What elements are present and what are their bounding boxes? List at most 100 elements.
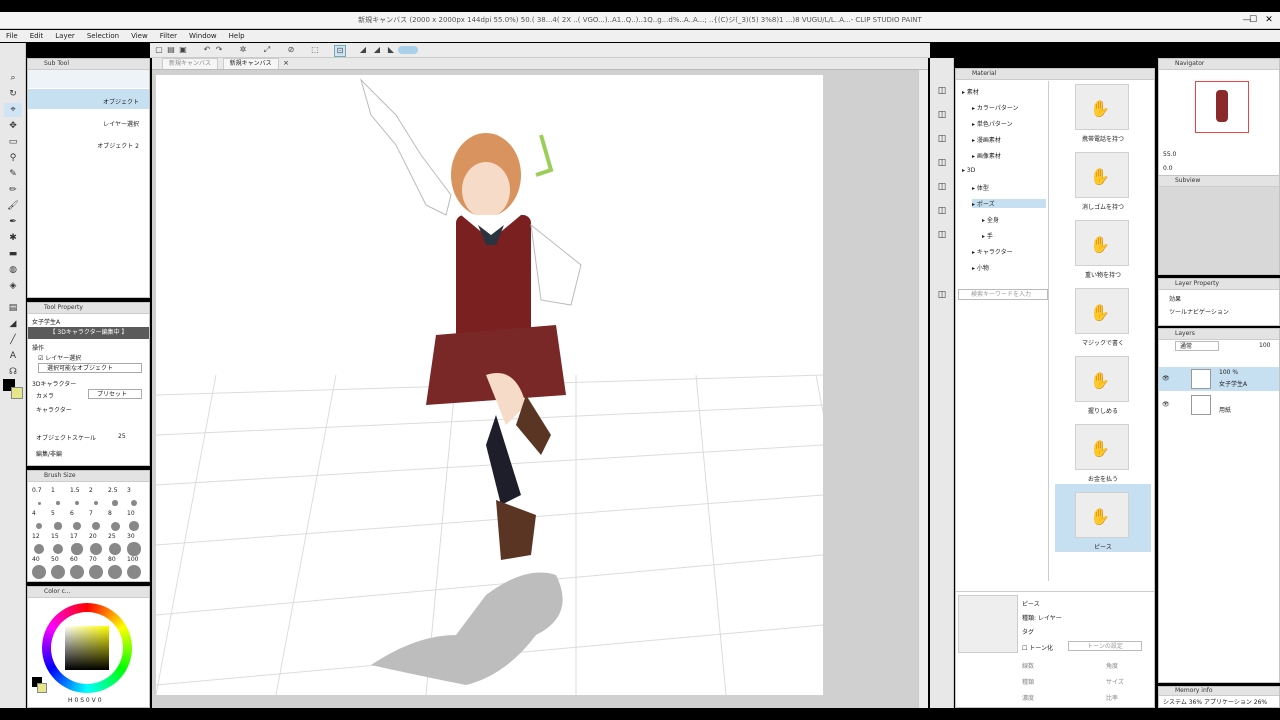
snap-icon[interactable]: ⊡: [334, 45, 346, 57]
pencil-icon[interactable]: ✏: [4, 183, 22, 197]
brush-size-item[interactable]: 30: [125, 533, 143, 556]
brush-size-item[interactable]: 3: [125, 487, 143, 509]
open-file-icon[interactable]: ▤: [166, 45, 176, 55]
brush-size-item[interactable]: 6: [68, 510, 86, 532]
saturation-value-square[interactable]: [65, 626, 109, 670]
sub-tool-item-object2[interactable]: オブジェクト 2: [28, 133, 149, 153]
airbrush-icon[interactable]: ✒: [4, 215, 22, 229]
fill-icon[interactable]: ◈: [4, 279, 22, 293]
brush-size-item[interactable]: 0.7: [30, 487, 48, 509]
save-icon[interactable]: ▣: [178, 45, 188, 55]
zoom-icon[interactable]: ⌕: [4, 71, 22, 85]
navigator-preview[interactable]: [1195, 81, 1249, 133]
layer-opacity[interactable]: 100: [1259, 342, 1270, 349]
settings-icon[interactable]: ✲: [238, 45, 248, 55]
material-tree-item[interactable]: ▸ カラーパターン: [972, 103, 1019, 112]
material-tab-icon[interactable]: ◫: [933, 180, 951, 194]
new-file-icon[interactable]: ▢: [154, 45, 164, 55]
menu-help[interactable]: Help: [223, 30, 251, 42]
brush-size-item[interactable]: 100: [125, 556, 143, 579]
sub-color-swatch[interactable]: [37, 683, 47, 693]
brush-size-item[interactable]: 1.5: [68, 487, 86, 509]
material-tab-icon[interactable]: ◫: [933, 204, 951, 218]
selection-icon[interactable]: ⬚: [310, 45, 320, 55]
menu-filter[interactable]: Filter: [154, 30, 183, 42]
eyedropper-icon[interactable]: ⚲: [4, 151, 22, 165]
ruler-snap-icon[interactable]: ◢: [358, 45, 368, 55]
brush-size-item[interactable]: 7: [87, 510, 105, 532]
eraser-icon[interactable]: ▬: [4, 247, 22, 261]
material-tree-item[interactable]: ▸ 画像素材: [972, 151, 1001, 160]
3d-character[interactable]: [359, 78, 582, 560]
ruler-icon[interactable]: ◢: [372, 45, 382, 55]
layer-row-paper[interactable]: 👁 用紙: [1159, 393, 1279, 417]
toggle-icon[interactable]: [398, 46, 418, 54]
material-tree-item[interactable]: ▸ 単色パターン: [972, 119, 1013, 128]
material-tree-item[interactable]: ▸ 漫画素材: [972, 135, 1001, 144]
canvas-vertical-scrollbar[interactable]: [918, 70, 928, 708]
undo-icon[interactable]: ↶: [202, 45, 212, 55]
pose-item[interactable]: ✋ 携帯電話を持つ: [1055, 76, 1151, 144]
material-search-input[interactable]: 検索キーワードを入力: [958, 289, 1048, 300]
navigator-zoom[interactable]: 55.0: [1163, 151, 1176, 158]
eye-icon[interactable]: 👁: [1162, 375, 1170, 382]
operation-icon[interactable]: ⌖: [4, 103, 22, 117]
brush-size-item[interactable]: 70: [87, 556, 105, 579]
layer-row-character[interactable]: 👁 100 % 女子学生A: [1159, 367, 1279, 391]
canvas-document[interactable]: [156, 75, 823, 695]
balloon-icon[interactable]: ☊: [4, 365, 22, 379]
blend-icon[interactable]: ◍: [4, 263, 22, 277]
grid-snap-icon[interactable]: ◣: [386, 45, 396, 55]
navigator-angle[interactable]: 0.0: [1163, 165, 1173, 172]
brush-size-item[interactable]: 17: [68, 533, 86, 555]
pose-item[interactable]: ✋ お金を払う: [1055, 416, 1151, 484]
material-tab-icon[interactable]: ◫: [933, 132, 951, 146]
hand-icon[interactable]: ↻: [4, 87, 22, 101]
redo-icon[interactable]: ↷: [214, 45, 224, 55]
brush-size-item[interactable]: 50: [49, 556, 67, 579]
menu-layer[interactable]: Layer: [49, 30, 81, 42]
material-tree-item[interactable]: ▸ 3D: [962, 167, 975, 174]
material-tab-icon[interactable]: ◫: [933, 108, 951, 122]
tone-settings-button[interactable]: トーンの設定: [1068, 641, 1142, 651]
marquee-icon[interactable]: ▭: [4, 135, 22, 149]
layer-select-checkbox[interactable]: ☑ レイヤー選択: [38, 353, 81, 362]
brush-size-item[interactable]: 60: [68, 556, 86, 579]
pen-icon[interactable]: ✎: [4, 167, 22, 181]
brush-icon[interactable]: 🖌: [4, 199, 22, 213]
menu-view[interactable]: View: [125, 30, 154, 42]
menu-edit[interactable]: Edit: [24, 30, 50, 42]
sub-tool-item-layer-select[interactable]: レイヤー選択: [28, 111, 149, 131]
pose-item[interactable]: ✋ マジックで書く: [1055, 280, 1151, 348]
brush-size-item[interactable]: 15: [49, 533, 67, 555]
canvas-tab-inactive[interactable]: 新規キャンバス: [162, 58, 219, 69]
menu-file[interactable]: File: [0, 30, 24, 42]
pose-item[interactable]: ✋ 重い物を持つ: [1055, 212, 1151, 280]
material-tree-item[interactable]: ▸ ポーズ: [972, 199, 1046, 208]
pose-item[interactable]: ✋ 消しゴムを持つ: [1055, 144, 1151, 212]
brush-size-item[interactable]: 10: [125, 510, 143, 532]
brush-size-item[interactable]: 8: [106, 510, 124, 532]
camera-dropdown[interactable]: プリセット: [88, 389, 142, 399]
transform-icon[interactable]: ⤢: [262, 45, 272, 55]
line-icon[interactable]: ╱: [4, 333, 22, 347]
object-scale-value[interactable]: 25: [118, 433, 126, 440]
material-tree-item[interactable]: ▸ 体型: [972, 183, 989, 192]
brush-size-item[interactable]: 2.5: [106, 487, 124, 509]
brush-size-item[interactable]: 4: [30, 510, 48, 532]
selectable-dropdown[interactable]: 選択可能なオブジェクト: [38, 363, 142, 373]
material-tree-item[interactable]: ▸ 全身: [982, 215, 999, 224]
pose-item[interactable]: ✋ 握りしめる: [1055, 348, 1151, 416]
eye-icon[interactable]: 👁: [1162, 401, 1170, 408]
maximize-button[interactable]: ☐: [1247, 12, 1259, 29]
sub-color-swatch[interactable]: [11, 387, 23, 399]
material-tree-item[interactable]: ▸ 小物: [972, 263, 989, 272]
close-tab-icon[interactable]: ×: [283, 59, 289, 67]
menu-selection[interactable]: Selection: [81, 30, 125, 42]
move-icon[interactable]: ✥: [4, 119, 22, 133]
brush-size-item[interactable]: 5: [49, 510, 67, 532]
material-tab-icon[interactable]: ◫: [933, 84, 951, 98]
material-tree-item[interactable]: ▸ 手: [982, 231, 993, 240]
brush-size-item[interactable]: 25: [106, 533, 124, 556]
material-tab-icon[interactable]: ◫: [933, 288, 951, 302]
